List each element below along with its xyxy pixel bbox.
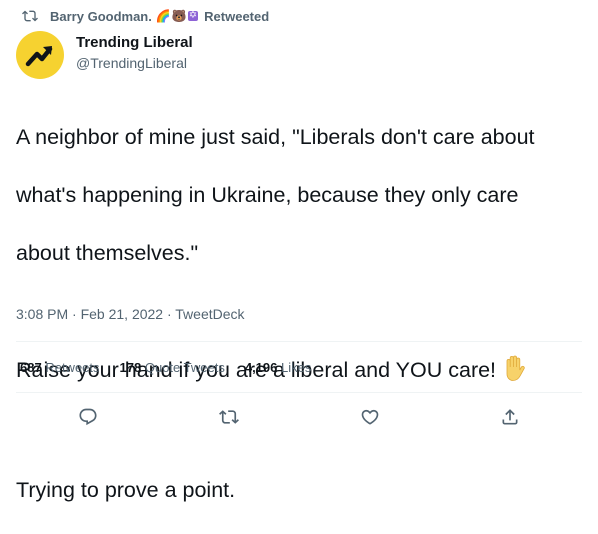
reply-button[interactable] — [75, 404, 101, 430]
star-of-david-emoji: ✡ — [187, 10, 199, 21]
tweet-line: about themselves." — [16, 241, 199, 265]
retweet-button[interactable] — [216, 404, 242, 430]
retweet-icon — [219, 410, 239, 424]
retweets-label: Retweets — [45, 360, 100, 375]
tweet-line: Trying to prove a point. — [16, 478, 236, 502]
like-icon — [361, 409, 379, 425]
raised-hand-icon — [502, 355, 526, 389]
tweet-timestamp[interactable]: 3:08 PM · Feb 21, 2022 · TweetDeck — [16, 306, 245, 322]
retweet-icon — [22, 10, 38, 22]
tweet-line: what's happening in Ukraine, because the… — [16, 183, 519, 207]
retweets-count: 687 — [20, 360, 42, 375]
quote-tweets-stat[interactable]: 178 Quote Tweets — [120, 360, 225, 375]
author-handle[interactable]: @TrendingLiberal — [76, 55, 187, 71]
tweet-stats: 687 Retweets 178 Quote Tweets 4,196 Like… — [20, 360, 331, 375]
likes-count: 4,196 — [244, 360, 278, 375]
divider — [16, 341, 582, 342]
quote-tweets-count: 178 — [119, 360, 142, 375]
trending-arrow-icon — [25, 46, 53, 67]
rainbow-emoji: 🌈 — [155, 9, 171, 23]
likes-label: Likes — [281, 360, 312, 375]
reply-icon — [79, 408, 97, 426]
retweeted-label: Retweeted — [204, 8, 270, 24]
retweeter-name[interactable]: Barry Goodman. — [50, 9, 152, 24]
likes-stat[interactable]: 4,196 Likes — [245, 360, 312, 375]
like-button[interactable] — [357, 404, 383, 430]
tweet-action-bar — [0, 404, 598, 430]
quote-tweets-label: Quote Tweets — [144, 360, 225, 375]
tweet-line: A neighbor of mine just said, "Liberals … — [16, 125, 535, 149]
divider — [16, 392, 582, 393]
avatar[interactable] — [16, 31, 64, 79]
retweets-stat[interactable]: 687 Retweets — [20, 360, 100, 375]
share-icon — [502, 409, 518, 425]
author-display-name[interactable]: Trending Liberal — [76, 34, 193, 51]
share-button[interactable] — [497, 404, 523, 430]
bear-emoji: 🐻 — [171, 9, 187, 23]
retweet-header: Barry Goodman. 🌈 🐻 ✡ Retweeted — [22, 8, 269, 24]
